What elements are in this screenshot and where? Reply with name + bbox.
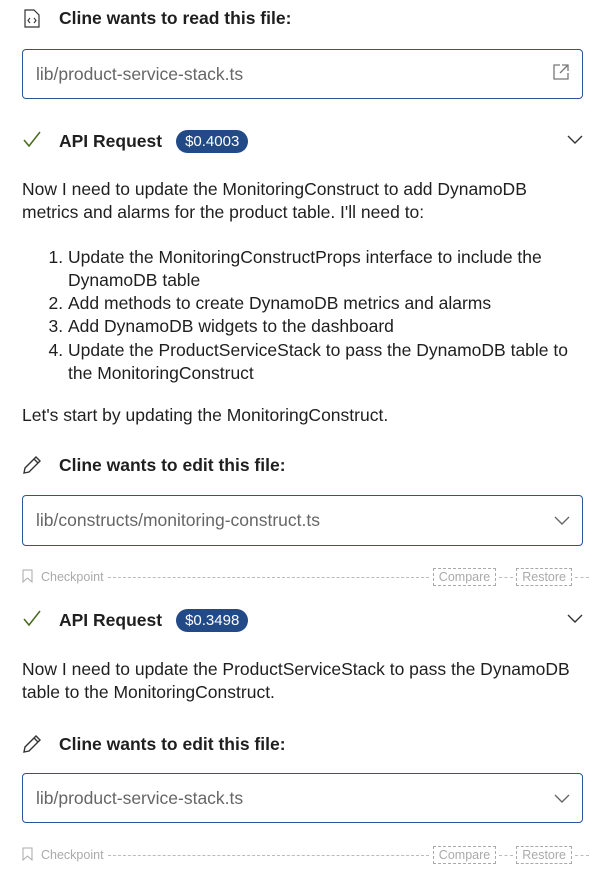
pencil-icon bbox=[22, 455, 42, 475]
checkpoint-label: Checkpoint bbox=[41, 848, 104, 862]
steps-list: Update the MonitoringConstructProps inte… bbox=[22, 246, 582, 386]
check-icon bbox=[22, 130, 42, 153]
list-item: Update the ProductServiceStack to pass t… bbox=[68, 339, 582, 386]
list-item: Update the MonitoringConstructProps inte… bbox=[68, 246, 582, 293]
assistant-message-1: Now I need to update the MonitoringConst… bbox=[22, 178, 582, 428]
edit-file-path: lib/constructs/monitoring-construct.ts bbox=[36, 510, 320, 530]
cost-badge: $0.3498 bbox=[176, 608, 249, 632]
read-file-path: lib/product-service-stack.ts bbox=[36, 63, 244, 84]
edit-file-header-2: Cline wants to edit this file: bbox=[22, 732, 286, 756]
read-file-title: Cline wants to read this file: bbox=[59, 7, 292, 28]
assistant-message-2: Now I need to update the ProductServiceS… bbox=[22, 659, 570, 703]
list-item: Add methods to create DynamoDB metrics a… bbox=[68, 292, 582, 315]
external-link-icon[interactable] bbox=[552, 63, 570, 86]
api-request-title: API Request bbox=[59, 609, 163, 630]
cost-badge: $0.4003 bbox=[176, 129, 249, 153]
compare-button[interactable]: Compare bbox=[432, 846, 497, 864]
api-request-title: API Request bbox=[59, 130, 163, 151]
bookmark-icon bbox=[22, 847, 33, 864]
chevron-down-icon[interactable] bbox=[554, 788, 570, 809]
message-outro: Let's start by updating the MonitoringCo… bbox=[22, 405, 389, 426]
edit-file-path: lib/product-service-stack.ts bbox=[36, 787, 244, 808]
file-code-icon bbox=[22, 8, 42, 28]
api-request-row-2[interactable]: API Request $0.3498 bbox=[22, 607, 583, 633]
chevron-down-icon[interactable] bbox=[554, 510, 570, 531]
read-file-header: Cline wants to read this file: bbox=[22, 6, 291, 30]
checkpoint-row-1: Checkpoint Compare Restore bbox=[22, 567, 592, 587]
edit-file-title: Cline wants to edit this file: bbox=[59, 454, 286, 475]
message-intro: Now I need to update the MonitoringConst… bbox=[22, 179, 527, 223]
check-icon bbox=[22, 609, 42, 632]
compare-button[interactable]: Compare bbox=[432, 568, 497, 586]
api-request-row-1[interactable]: API Request $0.4003 bbox=[22, 128, 583, 154]
edit-file-path-box-1[interactable]: lib/constructs/monitoring-construct.ts bbox=[22, 495, 583, 546]
chevron-down-icon[interactable] bbox=[567, 132, 583, 150]
list-item: Add DynamoDB widgets to the dashboard bbox=[68, 315, 582, 338]
checkpoint-row-2: Checkpoint Compare Restore bbox=[22, 845, 592, 865]
edit-file-title: Cline wants to edit this file: bbox=[59, 733, 286, 754]
edit-file-header-1: Cline wants to edit this file: bbox=[22, 453, 286, 477]
edit-file-path-box-2[interactable]: lib/product-service-stack.ts bbox=[22, 773, 583, 823]
bookmark-icon bbox=[22, 569, 33, 586]
restore-button[interactable]: Restore bbox=[516, 568, 572, 586]
read-file-path-box[interactable]: lib/product-service-stack.ts bbox=[22, 49, 583, 99]
checkpoint-label: Checkpoint bbox=[41, 570, 104, 584]
pencil-icon bbox=[22, 734, 42, 754]
chevron-down-icon[interactable] bbox=[567, 611, 583, 629]
restore-button[interactable]: Restore bbox=[516, 846, 572, 864]
